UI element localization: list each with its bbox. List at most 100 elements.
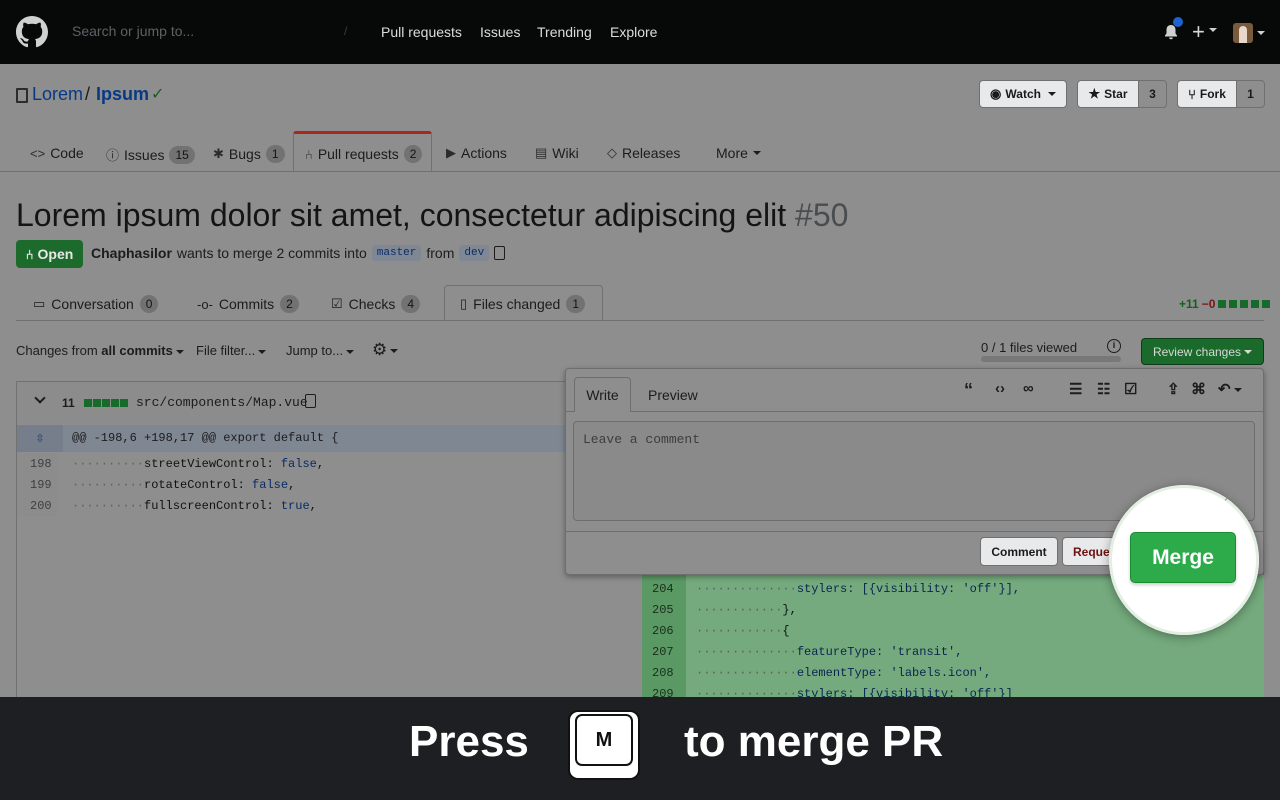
chevron-down-icon (346, 349, 355, 354)
tab-label: Commits (218, 296, 275, 312)
watch-label: Watch (1005, 87, 1041, 101)
repo-owner-link[interactable]: Lorem (32, 84, 83, 105)
code-line: ··········streetViewControl: false, (72, 457, 325, 471)
tab-label: Releases (622, 145, 681, 161)
bulleted-list-icon[interactable]: ☰ (1069, 380, 1082, 398)
tab-actions[interactable]: ▶ Actions (446, 145, 507, 161)
key-letter: M (595, 728, 613, 751)
banner-press-text: Press (409, 717, 529, 766)
changes-from-dropdown[interactable]: Changes from all commits (16, 343, 184, 358)
line-number[interactable]: 206 (652, 624, 674, 638)
tab-label: Pull requests (317, 146, 399, 162)
tab-commits[interactable]: -o- Commits 2 (197, 295, 299, 313)
code-key: fullscreenControl (144, 499, 267, 513)
code-line: ··············stylers: [{visibility: 'of… (696, 582, 1020, 596)
star-count[interactable]: 3 (1138, 80, 1167, 108)
avatar[interactable] (1233, 23, 1253, 43)
nav-explore[interactable]: Explore (610, 24, 657, 40)
tab-count: 4 (401, 295, 421, 313)
tab-bugs[interactable]: ✱ Bugs 1 (213, 145, 285, 163)
tab-write[interactable]: Write (574, 377, 631, 412)
tab-issues[interactable]: ⓘ Issues 15 (106, 145, 195, 164)
tab-checks[interactable]: ☑ Checks 4 (331, 295, 421, 313)
tab-more[interactable]: More (716, 145, 761, 161)
file-filter-dropdown[interactable]: File filter... (196, 343, 267, 358)
jump-to-label: Jump to... (286, 343, 344, 358)
line-number[interactable]: 208 (652, 666, 674, 680)
files-viewed-progress (981, 356, 1121, 362)
numbered-list-icon[interactable]: ☷ (1097, 380, 1110, 398)
pull-request-icon: ⑃ (25, 246, 34, 262)
code-icon: <> (30, 145, 46, 161)
tabs-divider (16, 320, 1264, 321)
copy-icon[interactable] (305, 394, 316, 408)
base-branch[interactable]: master (371, 245, 422, 261)
tab-releases[interactable]: ◇ Releases (607, 145, 680, 161)
indent: ·········· (72, 478, 145, 492)
changes-selection: all commits (101, 343, 173, 358)
github-logo-icon[interactable] (16, 16, 48, 48)
fork-label: Fork (1199, 87, 1226, 101)
from-text: from (426, 245, 455, 261)
code-text: stylers: [{visibility: 'off'}], (796, 582, 1021, 596)
tab-code[interactable]: <> Code (30, 145, 84, 161)
diff-block (102, 399, 110, 407)
review-changes-button[interactable]: Review changes (1141, 338, 1264, 365)
chevron-down-icon (1257, 31, 1265, 35)
tab-files-changed[interactable]: ▯ Files changed 1 (460, 295, 586, 313)
chevron-down-icon (390, 348, 399, 353)
nav-trending[interactable]: Trending (537, 24, 592, 40)
tab-preview[interactable]: Preview (648, 387, 698, 403)
line-number[interactable]: 204 (652, 582, 674, 596)
star-button[interactable]: ★ Star (1077, 80, 1139, 108)
line-number[interactable]: 207 (652, 645, 674, 659)
create-new-plus-icon[interactable]: + (1192, 19, 1205, 45)
nav-issues[interactable]: Issues (480, 24, 520, 40)
quote-icon[interactable]: “ (964, 380, 973, 401)
copy-icon[interactable] (494, 246, 506, 260)
head-branch[interactable]: dev (459, 245, 490, 261)
pull-request-icon: ⑃ (305, 146, 313, 162)
line-number[interactable]: 200 (30, 499, 52, 513)
link-icon[interactable]: ∞ (1023, 380, 1034, 397)
info-icon[interactable]: i (1107, 339, 1121, 353)
issue-icon: ⓘ (106, 148, 120, 163)
file-filter-label: File filter... (196, 343, 256, 358)
tab-pull-requests[interactable]: ⑃ Pull requests 2 (305, 145, 423, 163)
code-text: { (782, 624, 790, 638)
star-label: Star (1104, 87, 1128, 101)
tab-count: 1 (265, 145, 285, 163)
upload-icon[interactable]: ⇪ (1167, 380, 1180, 398)
code-key: streetViewControl (144, 457, 267, 471)
file-path[interactable]: src/components/Map.vue (136, 395, 308, 410)
tab-label: Write (586, 387, 619, 403)
fork-count[interactable]: 1 (1236, 80, 1265, 108)
diff-block (1262, 300, 1271, 308)
jump-to-dropdown[interactable]: Jump to... (286, 343, 355, 358)
tab-wiki[interactable]: ▤ Wiki (535, 145, 579, 161)
code-icon[interactable]: ‹› (995, 380, 1005, 397)
line-number[interactable]: 199 (30, 478, 52, 492)
diff-block (1240, 300, 1249, 308)
merge-button[interactable]: Merge (1130, 532, 1236, 583)
nav-pull-requests[interactable]: Pull requests (381, 24, 462, 40)
repo-name-link[interactable]: Ipsum (96, 84, 149, 105)
code-text: elementType: 'labels.icon', (796, 666, 992, 680)
search-shortcut-key: / (344, 24, 348, 38)
task-list-icon[interactable]: ☑ (1124, 380, 1137, 398)
line-number[interactable]: 205 (652, 603, 674, 617)
pr-author-link[interactable]: Chaphasilor (91, 245, 172, 261)
line-number[interactable]: 198 (30, 457, 52, 471)
fork-button[interactable]: ⑂ Fork (1177, 80, 1237, 108)
mention-icon[interactable]: ⌘ (1191, 380, 1206, 398)
watch-button[interactable]: ◉ Watch (979, 80, 1067, 108)
settings-gear-icon[interactable]: ⚙ (372, 340, 399, 360)
tab-conversation[interactable]: ▭ Conversation 0 (33, 295, 159, 313)
reply-icon[interactable]: ↶ (1218, 380, 1242, 398)
chevron-down-icon (258, 349, 267, 354)
code-line: ············}, (696, 603, 797, 617)
expand-icon[interactable]: ⇳ (17, 425, 63, 452)
comment-button[interactable]: Comment (980, 537, 1058, 566)
search-input[interactable]: Search or jump to... (72, 23, 352, 43)
tab-count: 1 (566, 295, 586, 313)
